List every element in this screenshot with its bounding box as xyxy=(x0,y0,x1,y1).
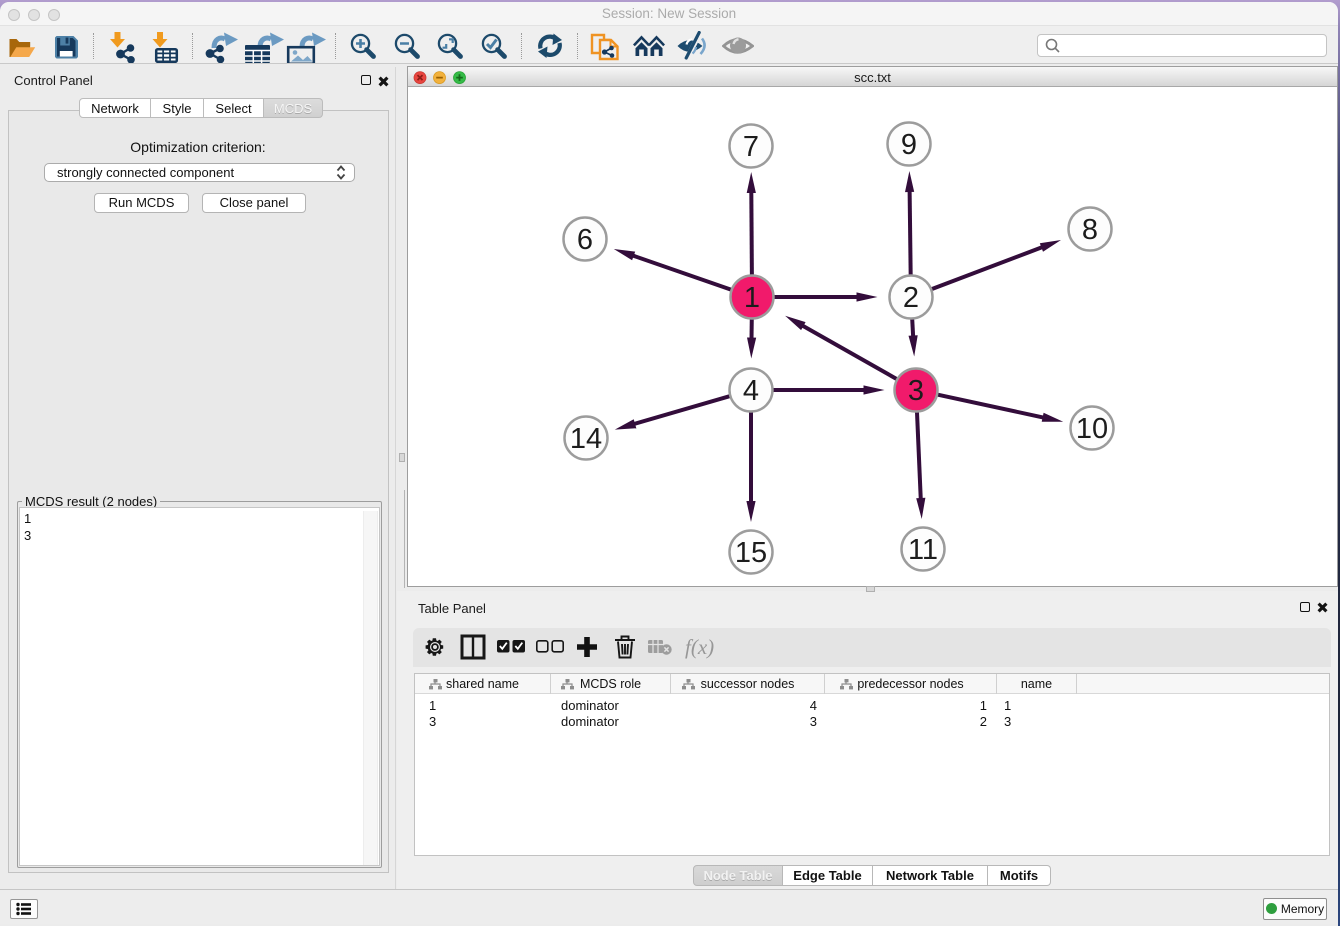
svg-text:3: 3 xyxy=(908,375,924,407)
svg-text:15: 15 xyxy=(735,537,767,569)
svg-text:1: 1 xyxy=(744,282,760,314)
svg-text:11: 11 xyxy=(908,534,938,566)
svg-text:10: 10 xyxy=(1076,413,1108,445)
svg-text:7: 7 xyxy=(743,131,759,163)
svg-text:6: 6 xyxy=(577,224,593,256)
svg-text:8: 8 xyxy=(1082,214,1098,246)
svg-text:2: 2 xyxy=(903,282,919,314)
svg-text:9: 9 xyxy=(901,129,917,161)
svg-text:f(x): f(x) xyxy=(685,635,714,659)
svg-text:14: 14 xyxy=(570,423,602,455)
svg-text:4: 4 xyxy=(743,375,759,407)
